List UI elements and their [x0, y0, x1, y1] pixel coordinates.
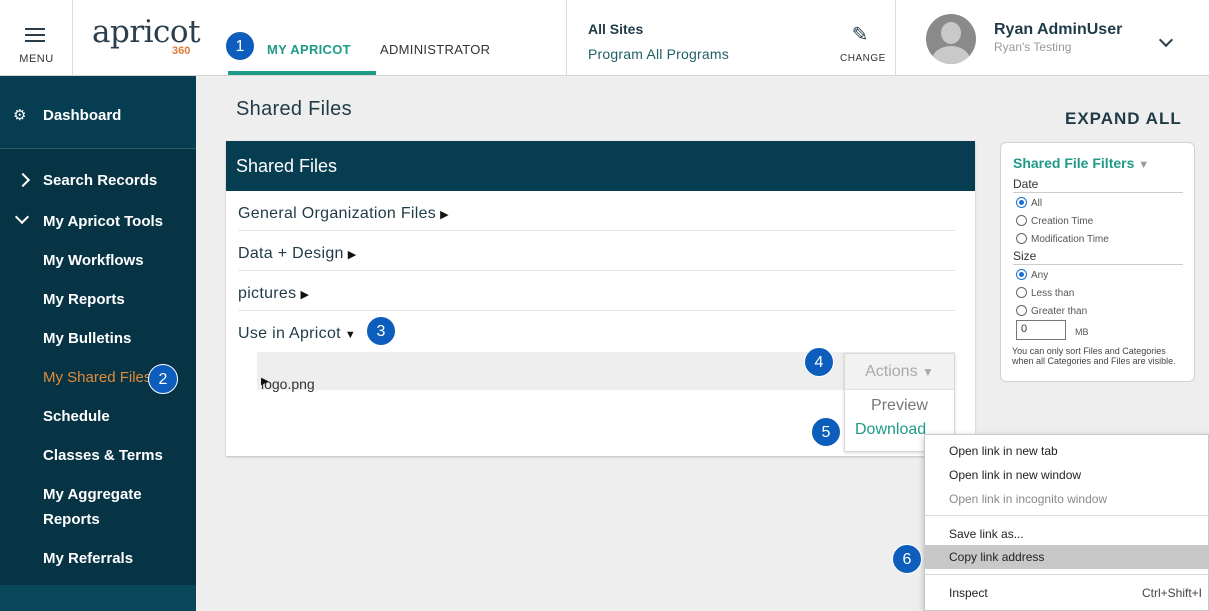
shared-file-filters: Shared File Filters ▼ Date All Creation …	[1000, 142, 1195, 382]
chevron-down-icon[interactable]	[1158, 32, 1174, 48]
category-label: General Organization Files	[238, 205, 437, 222]
menu-item-open-new-window[interactable]: Open link in new window	[925, 463, 1209, 487]
category-row[interactable]: pictures ▶	[238, 271, 955, 311]
panel-header: Shared Files	[226, 141, 975, 191]
date-section-label: Date	[1013, 177, 1183, 193]
sidebar-group-my-apricot-tools[interactable]: My Apricot Tools	[43, 213, 163, 230]
avatar[interactable]	[926, 14, 976, 64]
radio-size-less-than[interactable]: Less than	[1016, 287, 1074, 299]
radio-date-modification[interactable]: Modification Time	[1016, 233, 1109, 245]
inspect-label: Inspect	[949, 586, 988, 600]
preview-option[interactable]: Preview	[845, 397, 954, 415]
tab-administrator[interactable]: ADMINISTRATOR	[380, 42, 490, 57]
filter-note: You can only sort Files and Categories w…	[1012, 346, 1176, 366]
expand-arrow-icon: ▶	[300, 289, 310, 301]
category-row-expanded[interactable]: Use in Apricot ▼	[238, 311, 955, 351]
page-title: Shared Files	[236, 98, 352, 120]
category-label: Data + Design	[238, 245, 344, 262]
expand-arrow-icon: ▶	[440, 209, 449, 221]
sidebar: ⚙ Dashboard Search Records My Apricot To…	[0, 76, 196, 611]
sidebar-footer	[0, 585, 196, 611]
chevron-down-icon	[14, 209, 30, 225]
sidebar-item-my-aggregate[interactable]: My Aggregate	[43, 486, 142, 503]
sidebar-item-my-shared-files[interactable]: My Shared Files	[43, 369, 151, 386]
category-row[interactable]: Data + Design ▶	[238, 231, 955, 271]
change-label: CHANGE	[840, 53, 886, 64]
menu-item-copy-link-address[interactable]: Copy link address	[925, 545, 1209, 569]
context-menu: Open link in new tab Open link in new wi…	[924, 434, 1209, 611]
step-badge-4: 4	[804, 347, 834, 377]
menu-button[interactable]: MENU	[0, 0, 73, 76]
caret-down-icon: ▼	[1138, 159, 1150, 171]
radio-date-all[interactable]: All	[1016, 197, 1042, 209]
radio-date-creation[interactable]: Creation Time	[1016, 215, 1093, 227]
caret-down-icon: ▼	[922, 365, 934, 379]
menu-divider	[925, 574, 1209, 575]
category-label: Use in Apricot	[238, 325, 341, 342]
site-selector: All Sites Program All Programs ✎ CHANGE	[566, 0, 896, 76]
collapse-arrow-icon: ▼	[344, 329, 357, 341]
menu-divider	[925, 515, 1209, 516]
panel-title: Shared Files	[236, 156, 338, 176]
filters-title[interactable]: Shared File Filters ▼	[1013, 155, 1149, 171]
menu-item-inspect[interactable]: Inspect Ctrl+Shift+I	[925, 581, 1209, 605]
menu-item-save-link-as[interactable]: Save link as...	[925, 522, 1209, 546]
program-name: Program All Programs	[588, 46, 729, 62]
chevron-right-icon	[15, 172, 31, 188]
category-label: pictures	[238, 285, 297, 302]
step-badge-5: 5	[811, 417, 841, 447]
category-row[interactable]: General Organization Files ▶	[238, 191, 955, 231]
pencil-icon: ✎	[851, 24, 869, 46]
actions-label: Actions	[865, 363, 918, 380]
step-badge-6: 6	[892, 544, 922, 574]
expand-arrow-icon: ▶	[261, 376, 269, 387]
sidebar-item-schedule[interactable]: Schedule	[43, 408, 110, 425]
change-button[interactable]: ✎ CHANGE	[840, 24, 886, 64]
user-name: Ryan AdminUser	[994, 21, 1123, 38]
active-tab-indicator	[228, 71, 376, 75]
tab-my-apricot[interactable]: MY APRICOT	[267, 42, 351, 57]
file-name: logo.png	[261, 376, 315, 392]
sidebar-item-my-workflows[interactable]: My Workflows	[43, 252, 144, 269]
radio-size-greater-than[interactable]: Greater than	[1016, 305, 1087, 317]
size-input[interactable]: 0	[1016, 320, 1066, 340]
step-badge-3: 3	[366, 316, 396, 346]
site-title: All Sites	[588, 21, 644, 37]
step-badge-2: 2	[148, 364, 178, 394]
menu-item-open-incognito: Open link in incognito window	[949, 492, 1108, 506]
step-badge-1: 1	[225, 31, 255, 61]
sidebar-item-my-bulletins[interactable]: My Bulletins	[43, 330, 131, 347]
user-org: Ryan's Testing	[994, 40, 1072, 54]
shortcut-label: Ctrl+Shift+I	[1141, 586, 1202, 600]
actions-button[interactable]: Actions ▼	[845, 354, 954, 390]
dashboard-icon: ⚙	[13, 107, 27, 124]
top-header: MENU apricot 360 MY APRICOT ADMINISTRATO…	[0, 0, 1209, 76]
radio-size-any[interactable]: Any	[1016, 269, 1048, 281]
sidebar-item-reports[interactable]: Reports	[43, 511, 100, 528]
size-unit: MB	[1075, 327, 1089, 337]
hamburger-icon	[25, 28, 45, 46]
logo-360: 360	[172, 45, 191, 57]
sidebar-item-search-records[interactable]: Search Records	[43, 172, 157, 189]
menu-item-open-new-tab[interactable]: Open link in new tab	[925, 439, 1209, 463]
size-section-label: Size	[1013, 249, 1183, 265]
menu-label: MENU	[19, 53, 54, 65]
expand-arrow-icon: ▶	[347, 249, 357, 261]
download-link[interactable]: Download	[855, 421, 926, 439]
sidebar-item-label: Dashboard	[43, 107, 122, 124]
sidebar-item-classes-terms[interactable]: Classes & Terms	[43, 447, 163, 464]
sidebar-item-my-reports[interactable]: My Reports	[43, 291, 125, 308]
sidebar-item-my-referrals[interactable]: My Referrals	[43, 550, 133, 567]
sidebar-item-dashboard[interactable]: ⚙ Dashboard	[0, 76, 196, 149]
filters-title-text: Shared File Filters	[1013, 155, 1135, 171]
expand-all-button[interactable]: EXPAND ALL	[1065, 109, 1182, 129]
